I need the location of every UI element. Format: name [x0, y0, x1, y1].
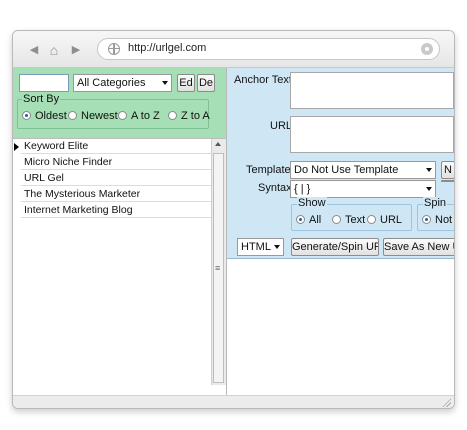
- syntax-extra-button[interactable]: [441, 180, 454, 182]
- forward-icon[interactable]: ▶: [69, 43, 83, 57]
- new-template-button[interactable]: N: [441, 161, 454, 179]
- spin-group-title: Spin: [423, 197, 448, 209]
- sort-group: Sort By Oldest Newest A to Z Z to A: [17, 93, 210, 129]
- globe-icon: [108, 43, 120, 55]
- list-scrollbar[interactable]: [211, 139, 226, 385]
- template-select-value: Do Not Use Template: [294, 164, 399, 176]
- anchor-text-label: Anchor Text: [234, 74, 292, 86]
- spin-group: Spin Not: [417, 197, 454, 231]
- list-item[interactable]: Internet Marketing Blog: [21, 203, 211, 218]
- list-item[interactable]: Keyword Elite: [21, 139, 211, 154]
- url-input[interactable]: [290, 116, 454, 153]
- sort-newest-radio[interactable]: Newest: [68, 109, 118, 123]
- link-list: Keyword Elite Micro Niche Finder URL Gel…: [13, 138, 227, 396]
- list-item[interactable]: URL Gel: [21, 171, 211, 186]
- anchor-text-input[interactable]: [290, 72, 454, 109]
- show-group-title: Show: [297, 197, 327, 209]
- save-as-new-button[interactable]: Save As New UI: [383, 238, 454, 256]
- category-select-value: All Categories: [77, 77, 146, 89]
- current-row-marker-icon: [14, 143, 19, 151]
- back-icon[interactable]: ◀: [27, 43, 41, 57]
- show-text-radio[interactable]: Text: [332, 213, 365, 227]
- chevron-down-icon: [426, 187, 432, 191]
- sort-a-to-z-radio[interactable]: A to Z: [118, 109, 160, 123]
- template-select[interactable]: Do Not Use Template: [290, 161, 436, 179]
- chevron-down-icon: [426, 168, 432, 172]
- chevron-down-icon: [274, 245, 280, 249]
- browser-toolbar: ◀ ⌂ ▶ http://urlgel.com: [13, 31, 454, 68]
- spin-not-radio[interactable]: Not: [422, 213, 452, 227]
- scroll-up-icon[interactable]: [215, 142, 221, 146]
- syntax-select-value: { | }: [294, 183, 311, 195]
- editor-panel: Anchor Text URL Template Do Not Use Temp…: [227, 68, 454, 258]
- sort-group-title: Sort By: [22, 93, 61, 105]
- show-all-radio[interactable]: All: [296, 213, 321, 227]
- format-select-value: HTML: [241, 241, 271, 253]
- stop-icon[interactable]: [421, 43, 433, 55]
- resize-grip-icon[interactable]: [442, 398, 451, 407]
- browser-window: ◀ ⌂ ▶ http://urlgel.com All Categories E…: [12, 30, 455, 409]
- generate-spin-url-button[interactable]: Generate/Spin URL: [291, 238, 379, 256]
- sort-oldest-radio[interactable]: Oldest: [22, 109, 67, 123]
- list-row-header: [13, 139, 21, 396]
- delete-button[interactable]: De: [197, 74, 215, 92]
- address-bar[interactable]: http://urlgel.com: [97, 38, 440, 60]
- sort-z-to-a-radio[interactable]: Z to A: [168, 109, 210, 123]
- list-item[interactable]: The Mysterious Marketer: [21, 187, 211, 202]
- splitter-grip-icon[interactable]: ≡: [215, 263, 220, 273]
- address-url: http://urlgel.com: [128, 42, 207, 54]
- show-group: Show All Text URL: [291, 197, 412, 231]
- chevron-down-icon: [162, 81, 168, 85]
- edit-button[interactable]: Ed: [177, 74, 195, 92]
- format-select[interactable]: HTML: [237, 238, 284, 256]
- list-item[interactable]: Micro Niche Finder: [21, 155, 211, 170]
- search-input[interactable]: [19, 74, 69, 92]
- filter-panel: All Categories Ed De Sort By Oldest Newe…: [13, 68, 227, 138]
- output-area[interactable]: [227, 258, 454, 396]
- syntax-select[interactable]: { | }: [290, 180, 436, 198]
- show-url-radio[interactable]: URL: [367, 213, 402, 227]
- template-label: Template: [246, 164, 291, 176]
- category-select[interactable]: All Categories: [73, 74, 172, 92]
- home-icon[interactable]: ⌂: [47, 43, 61, 57]
- syntax-label: Syntax: [258, 182, 292, 194]
- url-label: URL: [270, 120, 293, 132]
- app-area: All Categories Ed De Sort By Oldest Newe…: [13, 68, 454, 408]
- status-bar: [13, 395, 454, 408]
